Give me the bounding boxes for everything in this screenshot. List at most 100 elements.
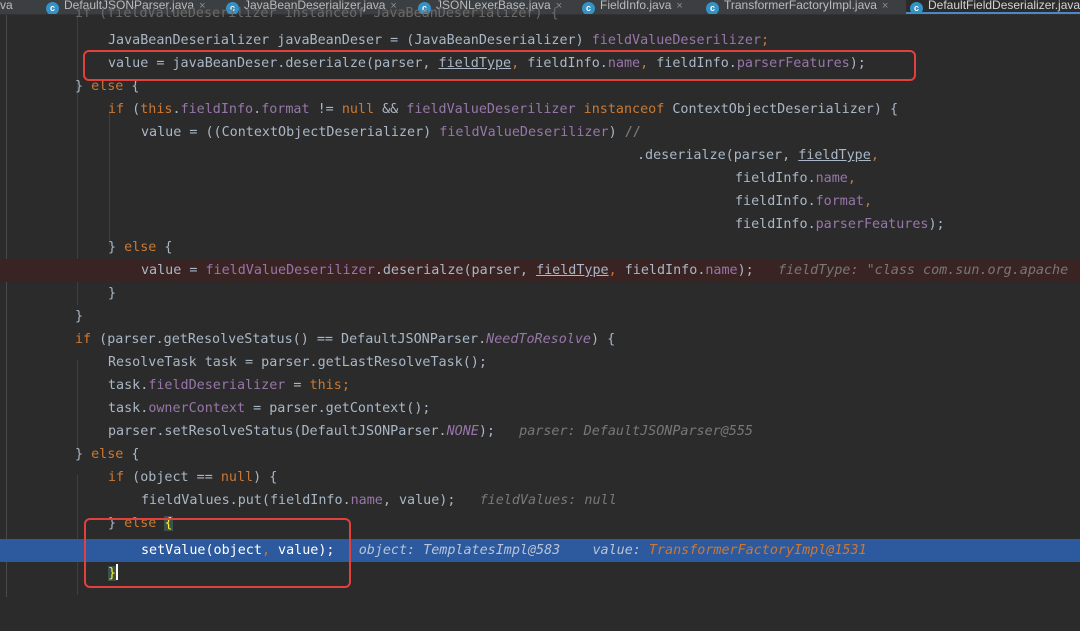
code-token: ( [124, 102, 141, 117]
code-token: fieldValues.put(fieldInfo.name, value); … [141, 489, 617, 512]
code-token: { [123, 79, 140, 94]
code-line[interactable]: fieldInfo.format, [0, 190, 1080, 213]
code-token: && [374, 102, 407, 117]
code-token: ); [849, 56, 866, 71]
code-token: ContextObjectDeserializer) { [672, 102, 899, 117]
code-token: , [511, 56, 528, 71]
code-token: ); [478, 424, 495, 439]
code-token: fieldInfo [624, 263, 698, 278]
matched-brace: } [108, 566, 117, 581]
code-token: } else { [75, 75, 140, 98]
code-line[interactable]: if (object == null) { [0, 466, 1080, 489]
code-token: ResolveTask task = parser.getLastResolve… [108, 355, 487, 370]
breakpoint-line[interactable]: value = fieldValueDeserilizer.deserialze… [0, 259, 1080, 282]
code-token: null [220, 470, 254, 485]
code-token: null [341, 102, 375, 117]
code-token: fieldInfo [735, 217, 808, 232]
code-line[interactable]: parser.setResolveStatus(DefaultJSONParse… [0, 420, 1080, 443]
matched-brace: { [164, 516, 173, 531]
code-token: fieldType [438, 56, 512, 71]
code-token: } [75, 79, 92, 94]
code-token: } [108, 516, 125, 531]
code-line[interactable]: } else { [0, 443, 1080, 466]
code-token: { [156, 240, 173, 255]
code-token: else [124, 516, 157, 531]
code-token: , [847, 171, 856, 186]
code-token: value = javaBeanDeser.deserialze(parser, [108, 56, 439, 71]
code-token: ResolveTask task = parser.getLastResolve… [108, 351, 487, 374]
code-token: JavaBeanDeserializer javaBeanDeser = (Ja… [108, 33, 592, 48]
debug-inline-value: value: [592, 543, 649, 558]
code-token: parser.setResolveStatus(DefaultJSONParse… [108, 424, 447, 439]
code-token: (object == [124, 470, 221, 485]
code-line[interactable]: } else { [0, 75, 1080, 98]
code-token: JavaBeanDeserializer) { [373, 6, 559, 21]
code-line[interactable]: fieldInfo.parserFeatures); [0, 213, 1080, 236]
code-line[interactable]: ResolveTask task = parser.getLastResolve… [0, 351, 1080, 374]
debug-inline-value: parser: DefaultJSONParser@555 [519, 424, 753, 439]
code-line[interactable]: if (fieldValueDeserilizer instanceof Jav… [0, 2, 1080, 25]
code-token: fieldInfo [527, 56, 600, 71]
code-editor[interactable]: if (fieldValueDeserilizer instanceof Jav… [0, 6, 1080, 597]
code-line[interactable]: } else { [0, 236, 1080, 259]
code-line[interactable]: fieldInfo.name, [0, 167, 1080, 190]
code-token: ownerContext [148, 401, 246, 416]
code-token: format [815, 194, 864, 209]
code-token: ) { [253, 470, 278, 485]
code-token: parserFeatures [736, 56, 850, 71]
code-token: fieldInfo [180, 102, 254, 117]
text-caret [116, 564, 119, 580]
code-token: parserFeatures [815, 217, 929, 232]
code-token: NONE [446, 424, 479, 439]
code-token: setValue(object [141, 543, 262, 558]
code-line[interactable]: task.fieldDeserializer = this; [0, 374, 1080, 397]
code-line[interactable]: task.ownerContext = parser.getContext(); [0, 397, 1080, 420]
code-line[interactable]: .deserialze(parser, fieldType, [0, 144, 1080, 167]
code-token: fieldInfo.name, [735, 167, 856, 190]
code-line[interactable]: value = ((ContextObjectDeserializer) fie… [0, 121, 1080, 144]
code-token: name [705, 263, 738, 278]
code-token: fieldInfo [735, 171, 808, 186]
code-token: fieldDeserializer [148, 378, 286, 393]
code-token: } [108, 562, 119, 585]
code-line[interactable]: } [0, 562, 1080, 585]
code-token: NeedToResolve [486, 332, 591, 347]
code-token: . [807, 194, 816, 209]
code-line[interactable]: } [0, 305, 1080, 328]
code-token: fieldValueDeserilizer [439, 125, 609, 140]
code-token: value); [270, 543, 335, 558]
code-token: (parser.getResolveStatus() == DefaultJSO… [91, 332, 487, 347]
code-token: if (this.fieldInfo.format != null && fie… [108, 98, 898, 121]
code-line[interactable]: } else { [0, 512, 1080, 535]
code-line[interactable]: if (this.fieldInfo.format != null && fie… [0, 98, 1080, 121]
code-token: name [350, 493, 383, 508]
code-token: value = [141, 263, 206, 278]
code-token: ) [608, 125, 625, 140]
code-token: . [342, 493, 351, 508]
code-line[interactable]: value = javaBeanDeser.deserialze(parser,… [0, 52, 1080, 75]
code-token: parser.setResolveStatus(DefaultJSONParse… [108, 420, 753, 443]
code-line[interactable]: if (parser.getResolveStatus() == Default… [0, 328, 1080, 351]
debug-inline-value: fieldType: "class com.sun.org.apache [777, 263, 1069, 278]
code-token: , [870, 148, 879, 163]
code-token: task. [108, 401, 149, 416]
code-token: . [253, 102, 262, 117]
code-token: ); [737, 263, 754, 278]
code-token: if [108, 102, 125, 117]
code-token: if (object == null) { [108, 466, 277, 489]
code-token: , [640, 56, 657, 71]
code-token: if ( [75, 6, 108, 21]
code-line[interactable]: fieldValues.put(fieldInfo.name, value); … [0, 489, 1080, 512]
execution-point-line[interactable]: setValue(object, value); object: Templat… [0, 539, 1080, 562]
code-token: . [807, 217, 816, 232]
code-token: ); [928, 217, 945, 232]
code-token: fieldInfo [735, 194, 808, 209]
code-token: if (fieldValueDeserilizer instanceof Jav… [75, 2, 559, 25]
code-token: name [607, 56, 641, 71]
code-line[interactable]: JavaBeanDeserializer javaBeanDeser = (Ja… [0, 29, 1080, 52]
code-line[interactable]: } [0, 282, 1080, 305]
code-token: if [108, 470, 125, 485]
code-token: fieldInfo [656, 56, 729, 71]
code-token: value = ((ContextObjectDeserializer) [141, 125, 440, 140]
code-token: task.fieldDeserializer = this; [108, 374, 350, 397]
